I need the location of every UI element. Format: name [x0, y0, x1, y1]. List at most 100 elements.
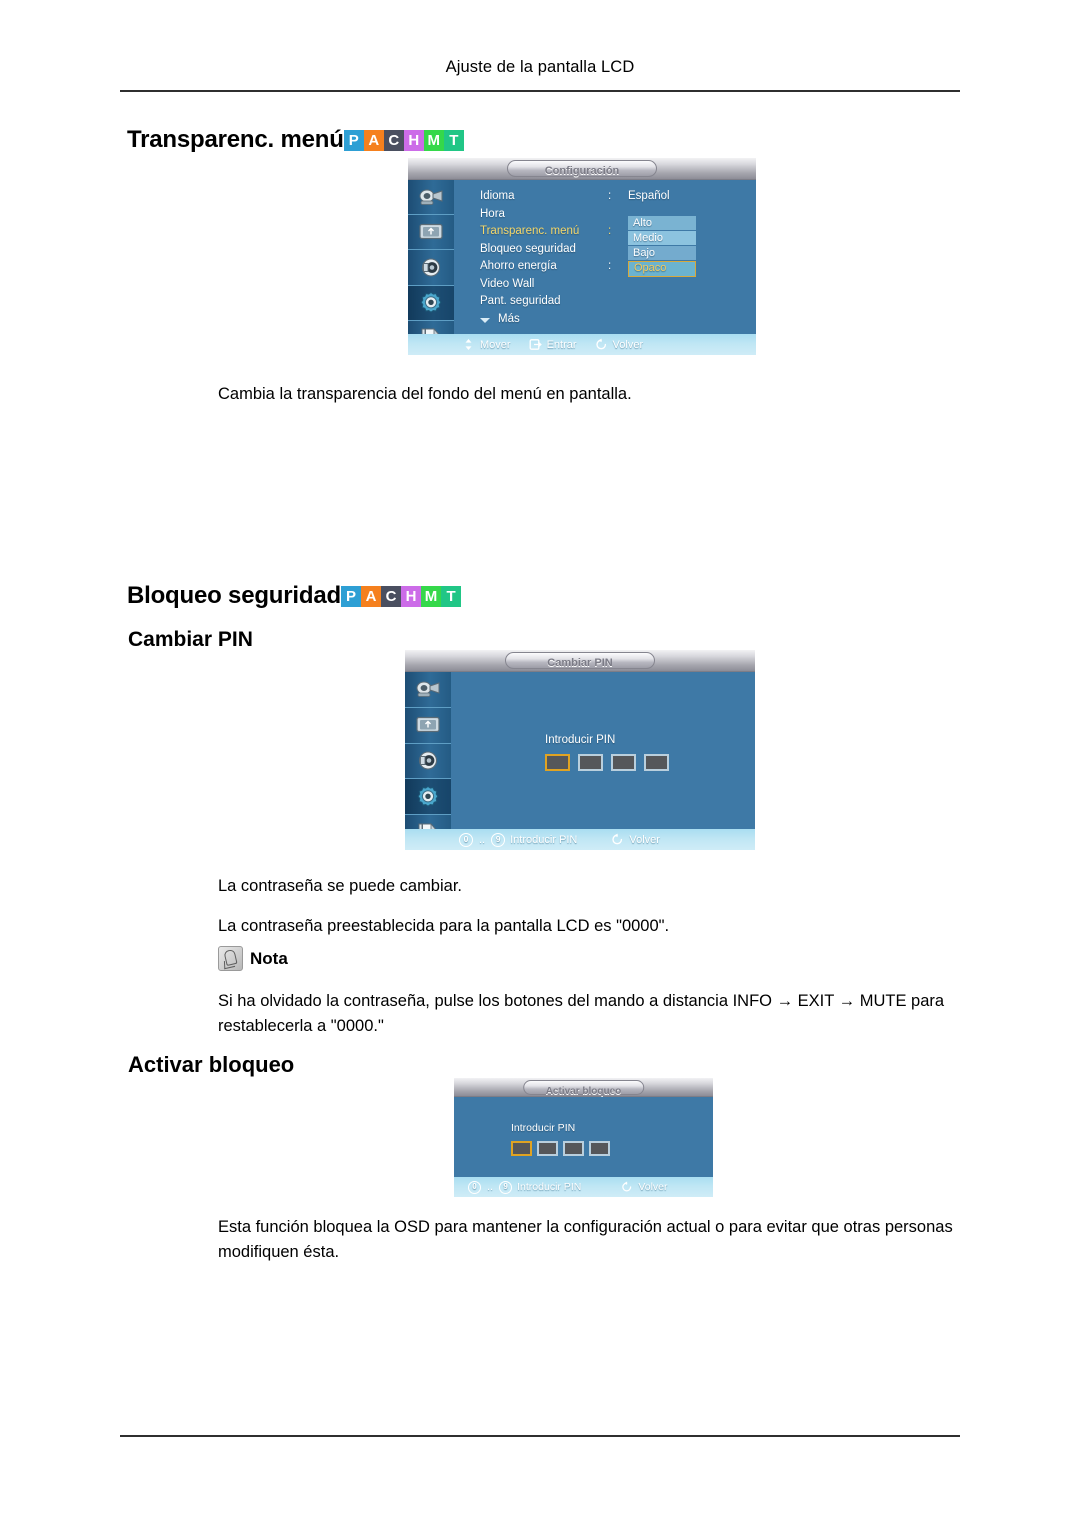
- picture-icon: [418, 187, 444, 207]
- badge-t-1: T: [443, 130, 464, 151]
- osd-menu-row-label: Transparenc. menú: [480, 225, 580, 237]
- badge-h-2: H: [400, 586, 421, 607]
- pin-digit-box[interactable]: [589, 1141, 610, 1156]
- range-dots: ..: [479, 833, 486, 846]
- osd-footer-volver[interactable]: Volver: [621, 1181, 668, 1193]
- updown-arrow-icon: [462, 338, 475, 351]
- pin-entry-boxes[interactable]: [545, 754, 669, 771]
- badge-c-1: C: [383, 130, 404, 151]
- heading-bloqueo-seguridad-text: Bloqueo seguridad: [127, 582, 341, 609]
- osd-sidebar[interactable]: [408, 180, 454, 355]
- osd-dropdown-item[interactable]: Medio: [628, 231, 696, 245]
- pin-digit-box[interactable]: [611, 754, 636, 771]
- footer-divider: [120, 1435, 960, 1437]
- osd-menu-row[interactable]: Video Wall: [480, 278, 750, 296]
- range-dots: ..: [487, 1181, 494, 1193]
- osd-dropdown-transparency[interactable]: Alto Medio Bajo Opaco: [628, 216, 696, 277]
- osd-cambiar-pin[interactable]: Cambiar PIN Introducir PIN 0 .. 9 Introd…: [405, 650, 755, 850]
- chevron-down-icon: [480, 317, 490, 323]
- sound-icon: [416, 750, 440, 771]
- osd-menu-more-label: Más: [498, 312, 520, 325]
- screen-icon: [415, 715, 441, 735]
- badge-m-2: M: [420, 586, 441, 607]
- osd-footer: Mover Entrar Volver: [408, 334, 756, 355]
- pin-digit-box[interactable]: [545, 754, 570, 771]
- osd-footer-mover[interactable]: Mover: [462, 338, 511, 351]
- osd-menu-row[interactable]: Transparenc. menú:: [480, 225, 750, 243]
- osd-configuracion[interactable]: Configuración Idioma: Español Hora Tran…: [408, 158, 756, 355]
- digit-9-icon: 9: [491, 832, 506, 847]
- setup-gear-icon: [418, 291, 444, 315]
- osd-footer-mover-label: Mover: [480, 338, 511, 351]
- transparency-description: Cambia la transparencia del fondo del me…: [218, 385, 632, 403]
- osd-main: Idioma: Español Hora Transparenc. menú: Bloq…: [454, 180, 756, 355]
- note-label: Nota: [250, 948, 288, 968]
- osd-menu-row[interactable]: Idioma: Español: [480, 190, 750, 208]
- osd-sidebar-item-screen[interactable]: [408, 215, 454, 251]
- heading-cambiar-pin: Cambiar PIN: [128, 628, 253, 651]
- osd-menu-rows[interactable]: Idioma: Español Hora Transparenc. menú: Bloq…: [480, 190, 750, 330]
- osd-body: Idioma: Español Hora Transparenc. menú: Bloq…: [408, 180, 756, 355]
- osd-footer-introducir-pin-label: Introducir PIN: [510, 833, 578, 846]
- digit-0-icon: 0: [468, 1180, 481, 1194]
- osd-titlebar: Configuración: [408, 158, 756, 180]
- osd-footer-entrar[interactable]: Entrar: [529, 338, 577, 351]
- heading-bloqueo-seguridad: Bloqueo seguridad P A C H M T: [127, 582, 461, 610]
- return-icon: [595, 338, 608, 351]
- osd-menu-more[interactable]: Más: [480, 313, 750, 330]
- osd-footer-volver[interactable]: Volver: [611, 833, 660, 846]
- osd-sidebar-item-screen[interactable]: [405, 708, 451, 744]
- osd-sidebar-item-setup[interactable]: [405, 779, 451, 816]
- osd-title-text: Activar bloqueo: [545, 1085, 622, 1097]
- osd-dropdown-item[interactable]: Opaco: [628, 261, 696, 277]
- badge-strip-security: PACHMT: [340, 586, 461, 607]
- pin-digit-box[interactable]: [511, 1141, 532, 1156]
- pin-digit-box[interactable]: [644, 754, 669, 771]
- osd-title-pill: Activar bloqueo: [522, 1079, 645, 1097]
- osd-dropdown-item[interactable]: Alto: [628, 216, 696, 230]
- osd-footer-volver-label: Volver: [638, 1181, 668, 1193]
- osd-menu-row[interactable]: Bloqueo seguridad: [480, 243, 750, 261]
- osd-titlebar: Activar bloqueo: [454, 1078, 713, 1097]
- osd-sidebar-item-picture[interactable]: [405, 672, 451, 708]
- osd-footer-entrar-label: Entrar: [546, 338, 577, 351]
- osd-title-pill: Configuración: [507, 160, 657, 177]
- osd-dropdown-item[interactable]: Bajo: [628, 246, 696, 260]
- osd-title-pill: Cambiar PIN: [505, 652, 655, 669]
- pin-digit-box[interactable]: [537, 1141, 558, 1156]
- osd-activar-bloqueo[interactable]: Activar bloqueo Introducir PIN 0 .. 9 In…: [454, 1078, 713, 1197]
- osd-footer-volver-label: Volver: [629, 833, 660, 846]
- osd-sidebar-item-setup[interactable]: [408, 285, 454, 321]
- osd-menu-row-label: Hora: [480, 207, 505, 220]
- setup-gear-icon: [415, 785, 441, 809]
- heading-transparenc-menu: Transparenc. menú P A C H M T: [127, 126, 464, 154]
- osd-footer-volver-label: Volver: [612, 338, 644, 351]
- pin-entry-boxes[interactable]: [511, 1141, 610, 1156]
- osd-menu-row[interactable]: Hora: [480, 208, 750, 226]
- osd-footer-introducir-pin-label: Introducir PIN: [517, 1181, 582, 1193]
- osd-menu-row-label: Bloqueo seguridad: [480, 242, 576, 255]
- osd-footer: 0 .. 9 Introducir PIN Volver: [405, 829, 755, 850]
- osd-footer-volver[interactable]: Volver: [595, 338, 644, 351]
- osd-sidebar-item-sound[interactable]: [408, 250, 454, 286]
- osd-sidebar-item-picture[interactable]: [408, 180, 454, 216]
- osd-menu-row[interactable]: Ahorro energía:: [480, 260, 750, 278]
- osd-menu-row-colon: :: [608, 225, 612, 237]
- osd-menu-row[interactable]: Pant. seguridad: [480, 295, 750, 313]
- badge-a-1: A: [363, 130, 384, 151]
- osd-menu-row-label: Video Wall: [480, 277, 535, 290]
- osd-main: Introducir PIN: [451, 672, 755, 850]
- pin-digit-box[interactable]: [563, 1141, 584, 1156]
- osd-title-text: Configuración: [544, 165, 620, 177]
- osd-footer: 0 .. 9 Introducir PIN Volver: [454, 1177, 713, 1197]
- badge-a-2: A: [360, 586, 381, 607]
- security-paragraph-1: La contraseña se puede cambiar.: [218, 877, 462, 895]
- osd-sidebar-item-sound[interactable]: [405, 744, 451, 780]
- pin-digit-box[interactable]: [578, 754, 603, 771]
- osd-sidebar[interactable]: [405, 672, 451, 850]
- note-pencil-icon: [218, 946, 243, 971]
- osd-footer-introducir-pin[interactable]: 0 .. 9 Introducir PIN: [459, 832, 578, 847]
- activate-lock-paragraph: Esta función bloquea la OSD para mantene…: [218, 1218, 953, 1261]
- osd-footer-introducir-pin[interactable]: 0 .. 9 Introducir PIN: [468, 1180, 582, 1194]
- pin-entry-label: Introducir PIN: [545, 734, 616, 746]
